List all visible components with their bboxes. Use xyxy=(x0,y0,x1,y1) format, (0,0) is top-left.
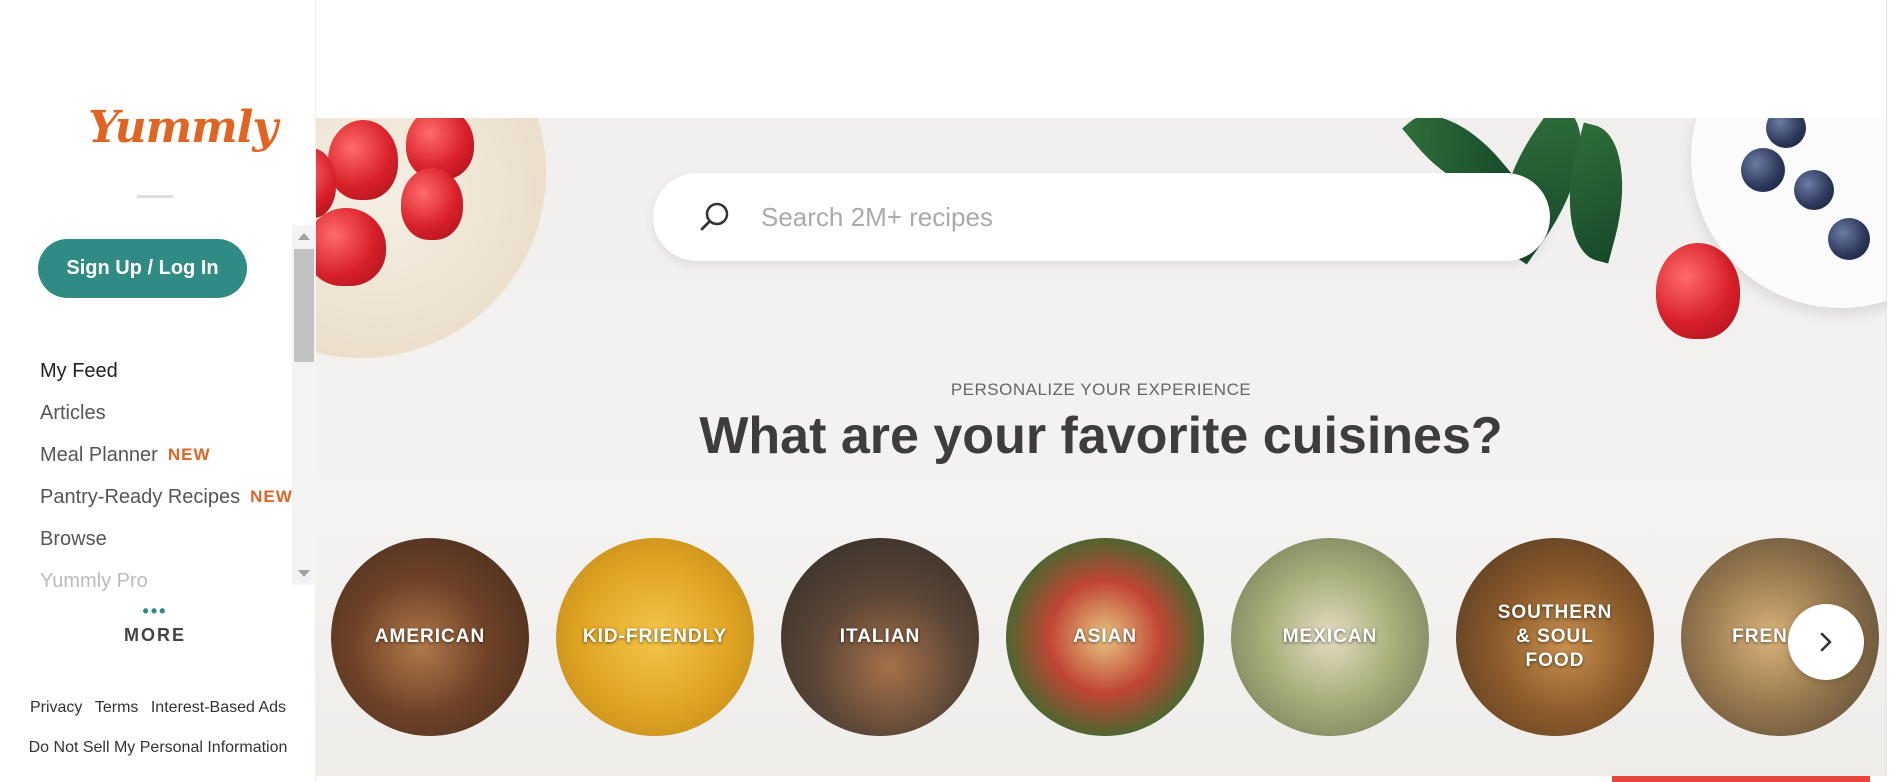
carousel-next-button[interactable] xyxy=(1788,604,1864,680)
sidebar-item-yummly-pro[interactable]: Yummly Pro xyxy=(40,560,293,602)
recipe-search-bar[interactable] xyxy=(653,173,1550,261)
cuisine-mexican[interactable]: MEXICAN xyxy=(1231,538,1429,736)
cuisine-carousel: AMERICAN KID-FRIENDLY ITALIAN ASIAN MEXI… xyxy=(331,538,1886,738)
new-badge: NEW xyxy=(250,487,293,506)
blueberry-image xyxy=(1794,170,1834,210)
sidebar: Yummly Sign Up / Log In My Feed Articles… xyxy=(0,0,316,782)
sidebar-item-label: Pantry-Ready Recipes xyxy=(40,485,241,508)
cuisine-label: ITALIAN xyxy=(839,626,921,647)
terms-link[interactable]: Terms xyxy=(95,699,139,716)
cuisine-label: AMERICAN xyxy=(374,626,486,647)
blueberry-image xyxy=(1741,148,1785,192)
scrollbar-thumb[interactable] xyxy=(294,249,314,362)
chevron-right-icon xyxy=(1820,632,1832,652)
sidebar-item-browse[interactable]: Browse xyxy=(40,518,293,560)
page-title: What are your favorite cuisines? xyxy=(699,407,1503,465)
search-input[interactable] xyxy=(761,195,1501,239)
cuisine-label: SOUTHERN & SOUL FOOD xyxy=(1497,602,1613,671)
privacy-link[interactable]: Privacy xyxy=(30,699,82,716)
bottom-accent-bar xyxy=(1612,776,1870,782)
main-content: PERSONALIZE YOUR EXPERIENCE What are you… xyxy=(316,0,1895,782)
strawberry-image xyxy=(316,208,386,286)
personalize-eyebrow: PERSONALIZE YOUR EXPERIENCE xyxy=(950,380,1252,399)
sidebar-item-label: Yummly Pro xyxy=(40,569,148,592)
cuisine-label: MEXICAN xyxy=(1282,626,1378,647)
sidebar-nav-scroll-area: My Feed Articles Meal Planner NEW Pantry-… xyxy=(0,225,316,592)
page-scrollbar-track[interactable] xyxy=(1886,0,1895,782)
sidebar-item-label: Meal Planner xyxy=(40,443,158,466)
cuisine-asian[interactable]: ASIAN xyxy=(1006,538,1204,736)
strawberry-image xyxy=(328,120,398,200)
search-icon[interactable] xyxy=(695,197,735,237)
yummly-logo[interactable]: Yummly xyxy=(88,102,278,153)
cuisine-southern-soul-food[interactable]: SOUTHERN & SOUL FOOD xyxy=(1456,538,1654,736)
sidebar-item-label: Articles xyxy=(40,401,106,424)
scroll-up-arrow-icon[interactable] xyxy=(298,233,310,240)
sidebar-item-label: Browse xyxy=(40,527,107,550)
sidebar-item-my-feed[interactable]: My Feed xyxy=(40,350,293,392)
logo-divider xyxy=(137,195,173,198)
new-badge: NEW xyxy=(167,445,211,464)
scroll-down-arrow-icon[interactable] xyxy=(298,570,310,577)
sidebar-item-label: My Feed xyxy=(40,359,118,382)
more-label: MORE xyxy=(124,625,186,645)
cuisine-kid-friendly[interactable]: KID-FRIENDLY xyxy=(556,538,754,736)
strawberry-image xyxy=(1656,243,1740,339)
interest-based-ads-link[interactable]: Interest-Based Ads xyxy=(151,699,286,716)
footer-links: Privacy Terms Interest-Based Ads xyxy=(0,699,316,717)
sidebar-item-meal-planner[interactable]: Meal Planner NEW xyxy=(40,434,293,476)
cuisine-label: KID-FRIENDLY xyxy=(582,626,728,647)
sidebar-scrollbar[interactable] xyxy=(292,225,316,585)
more-button[interactable]: ••• MORE xyxy=(90,601,220,646)
cuisine-label: ASIAN xyxy=(1072,626,1138,647)
sidebar-item-articles[interactable]: Articles xyxy=(40,392,293,434)
blueberry-image xyxy=(1828,218,1870,260)
sidebar-nav: My Feed Articles Meal Planner NEW Pantry-… xyxy=(40,350,293,602)
do-not-sell-link[interactable]: Do Not Sell My Personal Information xyxy=(0,739,316,757)
sidebar-item-pantry-ready-recipes[interactable]: Pantry-Ready Recipes NEW xyxy=(40,476,293,518)
more-dots-icon: ••• xyxy=(142,601,168,621)
hero-section: PERSONALIZE YOUR EXPERIENCE What are you… xyxy=(316,118,1886,782)
cuisine-italian[interactable]: ITALIAN xyxy=(781,538,979,736)
cuisine-american[interactable]: AMERICAN xyxy=(331,538,529,736)
strawberry-image xyxy=(401,168,463,240)
